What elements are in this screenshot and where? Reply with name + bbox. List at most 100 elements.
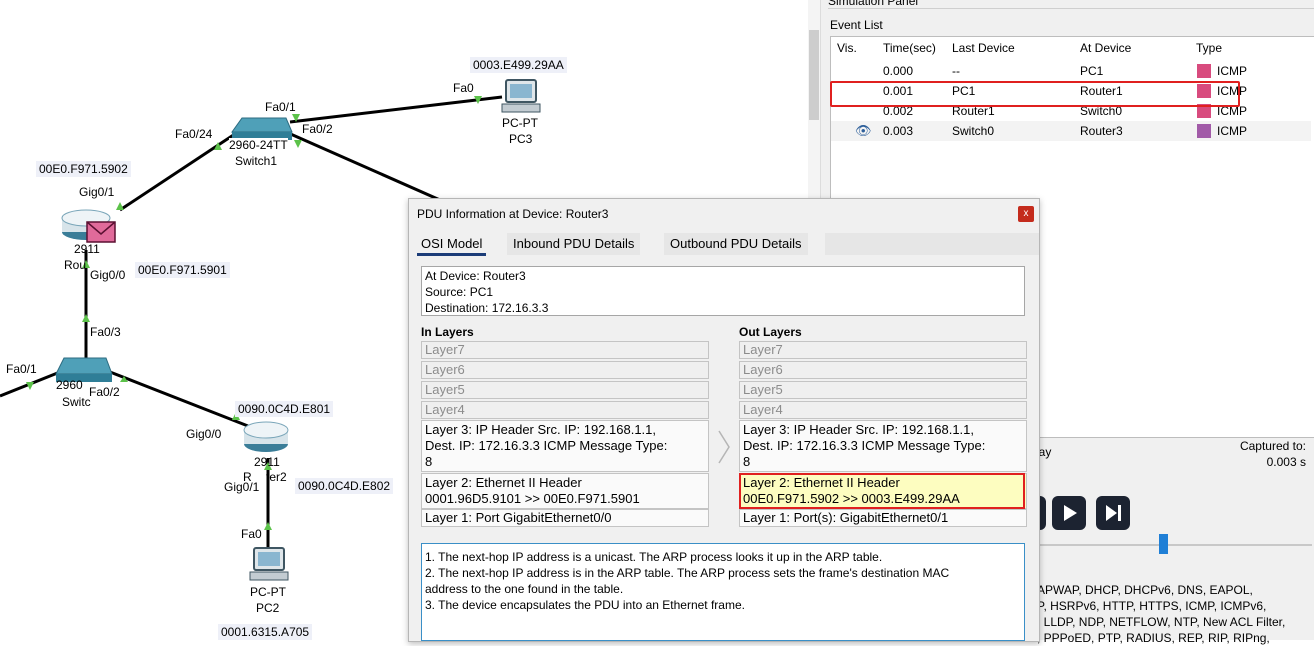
col-vis[interactable]: Vis.: [837, 41, 857, 55]
captured-value: 0.003 s: [1266, 455, 1306, 469]
switch0-name-label: Switc: [62, 395, 91, 409]
layer-line: Dest. IP: 172.16.3.3 ICMP Message Type:: [425, 438, 668, 453]
layer-line: Layer 3: IP Header Src. IP: 192.168.1.1,: [743, 422, 975, 437]
in-layer7[interactable]: Layer7: [421, 341, 709, 359]
in-layer3[interactable]: Layer 3: IP Header Src. IP: 192.168.1.1,…: [421, 420, 709, 472]
link-switch1-pc3: [289, 95, 503, 124]
col-time[interactable]: Time(sec): [883, 41, 936, 55]
tab-inbound-pdu-details[interactable]: Inbound PDU Details: [507, 233, 641, 255]
switch1-fa01-label: Fa0/1: [265, 100, 296, 114]
event-row[interactable]: 0.000 -- PC1 ICMP: [831, 61, 1311, 81]
pc3-type-label: PC-PT: [502, 116, 538, 130]
router2-icon[interactable]: [243, 421, 289, 452]
pdu-information-dialog: PDU Information at Device: Router3 x OSI…: [408, 198, 1040, 642]
out-layer2-highlight: [739, 473, 1025, 509]
description-line: address to the one found in the table.: [425, 582, 624, 596]
device-info-box: At Device: Router3 Source: PC1 Destinati…: [421, 266, 1025, 316]
event-type: ICMP: [1217, 64, 1247, 78]
pc3-name-label: PC3: [509, 132, 533, 146]
router3-gig00-label: Gig0/0: [90, 268, 126, 282]
in-layer1[interactable]: Layer 1: Port GigabitEthernet0/0: [421, 509, 709, 527]
router3-mac-gig00: 00E0.F971.5901: [135, 262, 230, 278]
type-color-swatch: [1197, 64, 1211, 78]
event-at-device: PC1: [1080, 64, 1104, 78]
pc2-type-label: PC-PT: [250, 585, 286, 599]
in-layer2[interactable]: Layer 2: Ethernet II Header 0001.96D5.91…: [421, 473, 709, 509]
router2-mac-gig00: 0090.0C4D.E801: [235, 401, 334, 417]
out-layer5[interactable]: Layer5: [739, 381, 1027, 399]
eye-icon[interactable]: 👁: [855, 123, 872, 139]
event-at-device: Router3: [1080, 124, 1123, 138]
description-line: 2. The next-hop IP address is in the ARP…: [425, 566, 950, 580]
close-button[interactable]: x: [1018, 206, 1034, 222]
dialog-title: PDU Information at Device: Router3: [417, 207, 609, 221]
out-layer4[interactable]: Layer4: [739, 401, 1027, 419]
tab-bar-fill: [825, 233, 1039, 255]
out-layer3[interactable]: Layer 3: IP Header Src. IP: 192.168.1.1,…: [739, 420, 1027, 472]
switch1-icon[interactable]: [231, 117, 293, 140]
selected-event-highlight: [830, 81, 1240, 107]
tab-outbound-pdu-details[interactable]: Outbound PDU Details: [664, 233, 808, 255]
layer-line: 8: [743, 454, 751, 469]
switch1-name-label: Switch1: [235, 154, 278, 168]
out-layers-heading: Out Layers: [739, 325, 802, 339]
router3-mac-gig01: 00E0.F971.5902: [36, 161, 131, 177]
in-layer5[interactable]: Layer5: [421, 381, 709, 399]
col-last-device[interactable]: Last Device: [952, 41, 1015, 55]
event-type: ICMP: [1217, 124, 1247, 138]
event-row-selected[interactable]: 👁 0.003 Switch0 Router3 ICMP: [831, 121, 1311, 141]
event-filters-list[interactable]: APWAP, DHCP, DHCPv6, DNS, EAPOL, P, HSRP…: [1037, 582, 1285, 646]
router2-model-label: 2911: [254, 455, 280, 469]
scrollbar-thumb[interactable]: [809, 30, 819, 120]
router3-gig01-label: Gig0/1: [79, 185, 115, 199]
router2-gig00-label: Gig0/0: [186, 427, 222, 441]
description-line: 3. The device encapsulates the PDU into …: [425, 598, 745, 612]
switch1-model-label: 2960-24TT: [229, 138, 288, 152]
in-layer4[interactable]: Layer4: [421, 401, 709, 419]
step-forward-button[interactable]: [1096, 496, 1130, 530]
captured-to: Captured to: 0.003 s: [1240, 438, 1306, 470]
captured-label: Captured to:: [1239, 439, 1306, 453]
switch0-model-label: 2960: [56, 378, 83, 392]
out-layer1[interactable]: Layer 1: Port(s): GigabitEthernet0/1: [739, 509, 1027, 527]
filter-line: , PPPoED, PTP, RADIUS, REP, RIP, RIPng,: [1037, 631, 1270, 645]
info-at-device: At Device: Router3: [425, 269, 526, 283]
out-layer7[interactable]: Layer7: [739, 341, 1027, 359]
layer-line: Layer 2: Ethernet II Header: [425, 475, 582, 490]
router3-model-label: 2911: [74, 242, 100, 256]
in-layer6[interactable]: Layer6: [421, 361, 709, 379]
tab-osi-model[interactable]: OSI Model: [415, 233, 489, 256]
play-button[interactable]: [1052, 496, 1086, 530]
router2-mac-gig01: 0090.0C4D.E802: [295, 478, 394, 494]
layer-line: Dest. IP: 172.16.3.3 ICMP Message Type:: [743, 438, 986, 453]
event-last-device: Switch0: [952, 124, 995, 138]
layer-description-text[interactable]: 1. The next-hop IP address is a unicast.…: [421, 543, 1025, 641]
switch0-fa01-label: Fa0/1: [6, 362, 37, 376]
pc3-icon[interactable]: [501, 79, 541, 113]
col-at-device[interactable]: At Device: [1080, 41, 1131, 55]
layer-line: 8: [425, 454, 433, 469]
chevron-right-icon: [718, 430, 730, 464]
speed-slider-track[interactable]: [1030, 544, 1312, 546]
simulation-panel-title: Simulation Panel: [828, 0, 1314, 9]
switch0-fa02-label: Fa0/2: [89, 385, 120, 399]
filter-line: , LLDP, NDP, NETFLOW, NTP, New ACL Filte…: [1037, 615, 1286, 629]
speed-slider-thumb[interactable]: [1159, 534, 1168, 554]
router2-name-tail: ter2: [266, 470, 287, 484]
type-color-swatch: [1197, 124, 1211, 138]
info-destination: Destination: 172.16.3.3: [425, 301, 549, 315]
filter-line: APWAP, DHCP, DHCPv6, DNS, EAPOL,: [1037, 583, 1253, 597]
tab-bar: OSI Model Inbound PDU Details Outbound P…: [409, 231, 1039, 256]
router2-gig01-label: Gig0/1: [224, 480, 260, 494]
col-type[interactable]: Type: [1196, 41, 1222, 55]
pc2-icon[interactable]: [249, 547, 289, 581]
description-line: 1. The next-hop IP address is a unicast.…: [425, 550, 883, 564]
layer-line: 0001.96D5.9101 >> 00E0.F971.5901: [425, 491, 640, 506]
info-source: Source: PC1: [425, 285, 494, 299]
envelope-icon: [86, 221, 116, 243]
in-layers-heading: In Layers: [421, 325, 474, 339]
out-layer6[interactable]: Layer6: [739, 361, 1027, 379]
event-list-label: Event List: [830, 18, 883, 32]
event-last-device: --: [952, 64, 960, 78]
switch1-fa02-label: Fa0/2: [302, 122, 333, 136]
